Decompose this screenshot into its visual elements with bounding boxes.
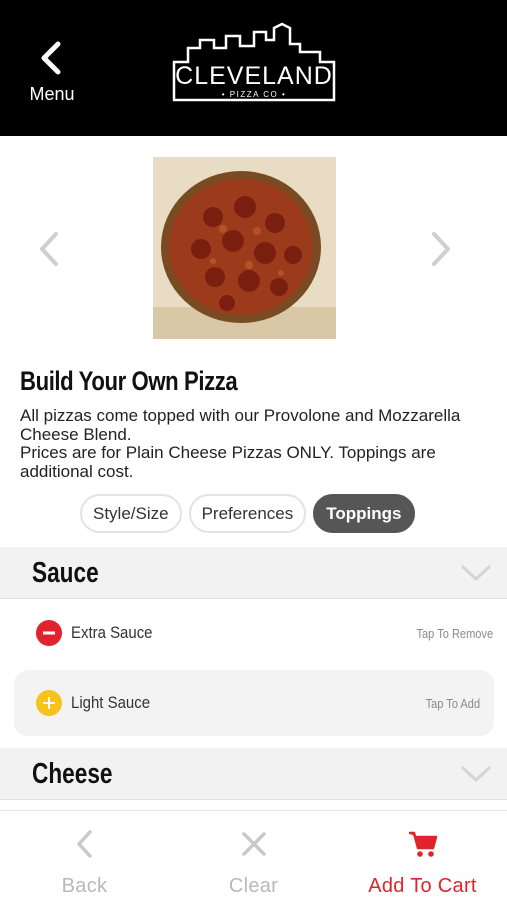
tab-toppings[interactable]: Toppings: [313, 494, 415, 533]
pizza-image: [153, 157, 336, 339]
chevron-down-icon: [461, 766, 491, 782]
app-header: Menu CLEVELAND • PIZZA CO •: [0, 0, 507, 136]
bottom-action-bar: Back Clear Add To Cart: [0, 810, 507, 900]
section-title: Sauce: [32, 557, 99, 589]
section-header-cheese[interactable]: Cheese: [0, 748, 507, 800]
shopping-cart-icon: [406, 827, 440, 861]
clear-label: Clear: [228, 875, 279, 897]
carousel-prev-icon[interactable]: [34, 229, 64, 269]
cleveland-pizza-logo: CLEVELAND • PIZZA CO •: [170, 22, 338, 104]
carousel-next-icon[interactable]: [426, 229, 456, 269]
back-button[interactable]: Back: [0, 811, 169, 900]
description-line: Prices are for Plain Cheese Pizzas ONLY.…: [20, 443, 436, 481]
topping-hint: Tap To Add: [425, 695, 480, 711]
product-description: All pizzas come topped with our Provolon…: [20, 406, 490, 481]
chevron-left-icon: [41, 41, 61, 75]
plus-circle-icon: [36, 690, 62, 716]
add-to-cart-label: Add To Cart: [368, 875, 477, 897]
brand-subtitle: • PIZZA CO •: [221, 90, 287, 99]
topping-hint: Tap To Remove: [416, 625, 493, 641]
add-to-cart-button[interactable]: Add To Cart: [338, 811, 507, 900]
section-header-sauce[interactable]: Sauce: [0, 547, 507, 599]
topping-row-light-sauce[interactable]: Light Sauce Tap To Add: [14, 670, 494, 736]
topping-label: Light Sauce: [71, 693, 151, 712]
topping-label: Extra Sauce: [71, 623, 153, 642]
topping-row-extra-sauce[interactable]: Extra Sauce Tap To Remove: [0, 600, 507, 666]
tab-preferences[interactable]: Preferences: [188, 494, 307, 533]
option-tabs: Style/Size Preferences Toppings: [80, 494, 415, 533]
brand-name: CLEVELAND: [175, 62, 333, 90]
back-label: Back: [61, 875, 108, 897]
menu-back-button[interactable]: Menu: [18, 38, 86, 108]
minus-circle-icon: [36, 620, 62, 646]
chevron-down-icon: [461, 565, 491, 581]
chevron-left-icon: [68, 827, 102, 861]
section-title: Cheese: [32, 758, 113, 790]
clear-button[interactable]: Clear: [169, 811, 338, 900]
tab-style-size[interactable]: Style/Size: [80, 494, 182, 533]
close-icon: [237, 827, 271, 861]
menu-label: Menu: [29, 84, 75, 104]
product-title: Build Your Own Pizza: [20, 366, 238, 396]
description-line: All pizzas come topped with our Provolon…: [20, 406, 461, 444]
